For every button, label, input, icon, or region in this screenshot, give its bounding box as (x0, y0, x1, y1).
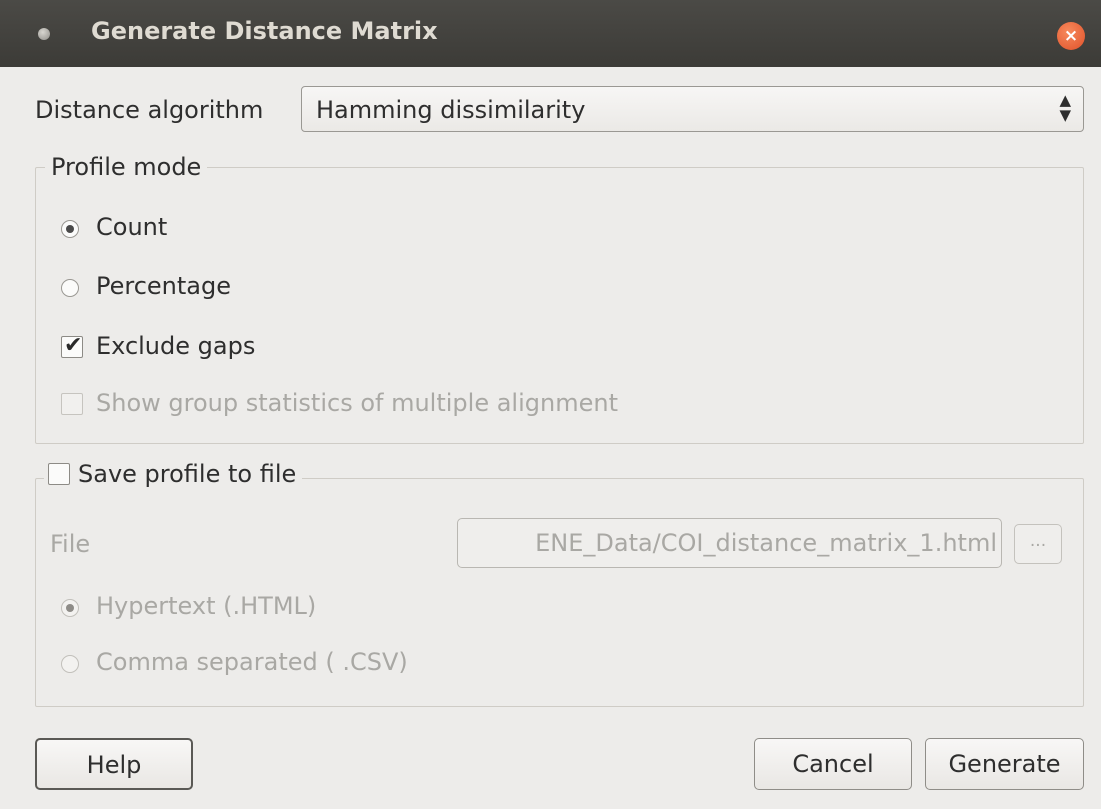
browse-button[interactable]: ... (1014, 524, 1062, 564)
cancel-button[interactable]: Cancel (754, 738, 912, 790)
count-radio[interactable] (61, 220, 79, 238)
window-menu-icon[interactable] (38, 28, 50, 40)
exclude-gaps-label[interactable]: Exclude gaps (96, 332, 255, 360)
file-label: File (50, 530, 91, 558)
up-down-arrows-icon: ▲ ▼ (1059, 91, 1071, 124)
window-title: Generate Distance Matrix (91, 17, 438, 45)
profile-mode-title: Profile mode (45, 153, 208, 181)
save-profile-label[interactable]: Save profile to file (78, 460, 296, 488)
group-statistics-label[interactable]: Show group statistics of multiple alignm… (96, 389, 618, 417)
file-path-value: ENE_Data/COI_distance_matrix_1.html (535, 529, 997, 557)
group-statistics-checkbox[interactable] (61, 393, 83, 415)
percentage-label[interactable]: Percentage (96, 272, 231, 300)
close-button[interactable]: × (1057, 22, 1085, 50)
save-profile-title-wrap: Save profile to file (44, 460, 303, 488)
distance-algorithm-select[interactable]: Hamming dissimilarity ▲ ▼ (301, 86, 1084, 132)
distance-algorithm-label: Distance algorithm (35, 96, 264, 124)
distance-algorithm-value: Hamming dissimilarity (316, 96, 586, 124)
check-mark-icon: ✔ (64, 333, 83, 358)
percentage-radio[interactable] (61, 279, 79, 297)
html-format-radio[interactable] (61, 599, 79, 617)
csv-format-label[interactable]: Comma separated ( .CSV) (96, 648, 408, 676)
save-profile-checkbox[interactable] (48, 463, 70, 485)
html-format-label[interactable]: Hypertext (.HTML) (96, 592, 316, 620)
file-path-input[interactable]: ENE_Data/COI_distance_matrix_1.html (457, 518, 1002, 568)
csv-format-radio[interactable] (61, 655, 79, 673)
generate-button[interactable]: Generate (925, 738, 1084, 790)
exclude-gaps-checkbox[interactable]: ✔ (61, 333, 83, 358)
title-bar[interactable]: Generate Distance Matrix × (0, 0, 1101, 67)
count-label[interactable]: Count (96, 213, 167, 241)
dialog-window: Generate Distance Matrix × Distance algo… (0, 0, 1101, 809)
help-button[interactable]: Help (35, 738, 193, 790)
